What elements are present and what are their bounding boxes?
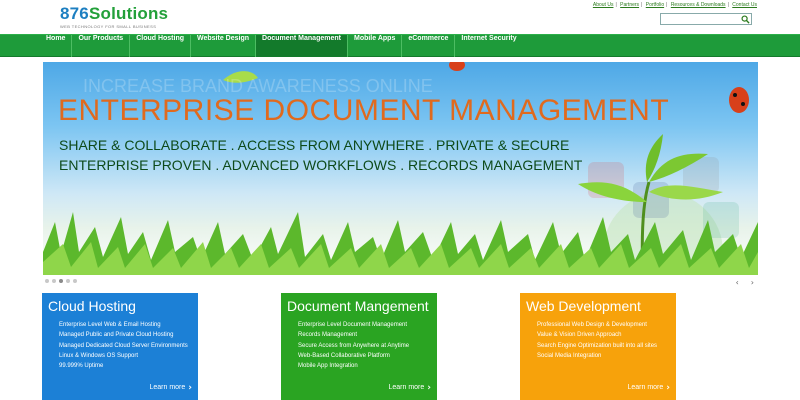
list-item: Mobile App Integration [298, 363, 358, 370]
slider-dot[interactable] [66, 279, 70, 283]
slider-dot[interactable] [45, 279, 49, 283]
logo[interactable]: 876Solutions WEB TECHNOLOGY FOR SMALL BU… [60, 4, 168, 29]
list-item: Records Management [298, 332, 358, 339]
top-link-contact[interactable]: Contact Us [732, 2, 757, 8]
slider-prev-icon[interactable]: ‹ [736, 278, 739, 287]
list-item: Value & Vision Driven Approach [537, 332, 622, 339]
header: 876Solutions WEB TECHNOLOGY FOR SMALL BU… [0, 0, 800, 34]
top-link-resources[interactable]: Resources & Downloads [671, 2, 726, 8]
list-item: Linux & Windows OS Support [59, 352, 139, 359]
list-item: Enterprise Level Web & Email Hosting [59, 322, 161, 328]
top-link-portfolio[interactable]: Portfolio [646, 2, 664, 8]
panel-title: Document Mangement [287, 298, 429, 314]
hero-subtitle-1: SHARE & COLLABORATE . ACCESS FROM ANYWHE… [59, 137, 570, 153]
slider-dots [45, 279, 77, 283]
web-development-panel[interactable]: Web Development Professional Web Design … [520, 293, 676, 400]
hero-subtitle-2: ENTERPRISE PROVEN . ADVANCED WORKFLOWS .… [59, 157, 583, 173]
chevron-right-icon: › [427, 383, 431, 393]
learn-more-link[interactable]: Learn more › [149, 383, 192, 393]
nav-mobile-apps[interactable]: Mobile Apps [348, 35, 403, 57]
cloud-hosting-panel[interactable]: Cloud Hosting Enterprise Level Web & Ema… [42, 293, 198, 400]
list-item: Managed Public and Private Cloud Hosting [59, 332, 174, 339]
learn-more-label: Learn more [149, 384, 186, 391]
search-input[interactable] [660, 13, 752, 25]
nav-internet-security[interactable]: Internet Security [455, 35, 522, 57]
main-nav: Home Our Products Cloud Hosting Website … [0, 34, 800, 57]
nav-home[interactable]: Home [40, 35, 73, 57]
top-links: About Us | Partners | Portfolio | Resources… [592, 2, 757, 8]
nav-our-products[interactable]: Our Products [72, 35, 131, 57]
list-item: Search Engine Optimization built into al… [537, 342, 658, 349]
list-item: Enterprise Level Document Management [298, 322, 408, 328]
top-link-about[interactable]: About Us [593, 2, 614, 8]
nav-cloud-hosting[interactable]: Cloud Hosting [130, 35, 192, 57]
learn-more-link[interactable]: Learn more › [627, 383, 670, 393]
panel-title: Cloud Hosting [48, 298, 136, 314]
slider-dot-active[interactable] [59, 279, 63, 283]
learn-more-label: Learn more [388, 384, 425, 391]
slider-next-icon[interactable]: › [751, 278, 754, 287]
learn-more-link[interactable]: Learn more › [388, 383, 431, 393]
hero-banner[interactable]: INCREASE BRAND AWARENESS ONLINE ENTERPRI… [43, 62, 758, 275]
list-item: 99.999% Uptime [59, 363, 104, 370]
top-link-partners[interactable]: Partners [620, 2, 639, 8]
list-item: Managed Dedicated Cloud Server Environme… [59, 342, 188, 349]
logo-word: Solutions [88, 4, 169, 23]
chevron-right-icon: › [188, 383, 192, 393]
list-item: Social Media Integration [537, 352, 602, 359]
logo-tagline: WEB TECHNOLOGY FOR SMALL BUSINESS [60, 24, 157, 29]
nav-document-management[interactable]: Document Management [256, 35, 348, 57]
slider-dot[interactable] [73, 279, 77, 283]
hero-title: ENTERPRISE DOCUMENT MANAGEMENT [58, 94, 670, 127]
list-item: Secure Access from Anywhere at Anytime [298, 342, 410, 349]
panel-title: Web Development [526, 298, 641, 314]
slider-arrows: ‹ › [736, 278, 754, 287]
logo-number: 876 [60, 4, 89, 23]
learn-more-label: Learn more [627, 384, 664, 391]
document-management-panel[interactable]: Document Mangement Enterprise Level Docu… [281, 293, 437, 400]
search-icon[interactable] [741, 15, 750, 24]
chevron-right-icon: › [666, 383, 670, 393]
nav-website-design[interactable]: Website Design [191, 35, 257, 57]
list-item: Professional Web Design & Development [537, 322, 647, 328]
list-item: Web-Based Collaborative Platform [298, 352, 390, 359]
nav-ecommerce[interactable]: eCommerce [402, 35, 456, 57]
slider-dot[interactable] [52, 279, 56, 283]
